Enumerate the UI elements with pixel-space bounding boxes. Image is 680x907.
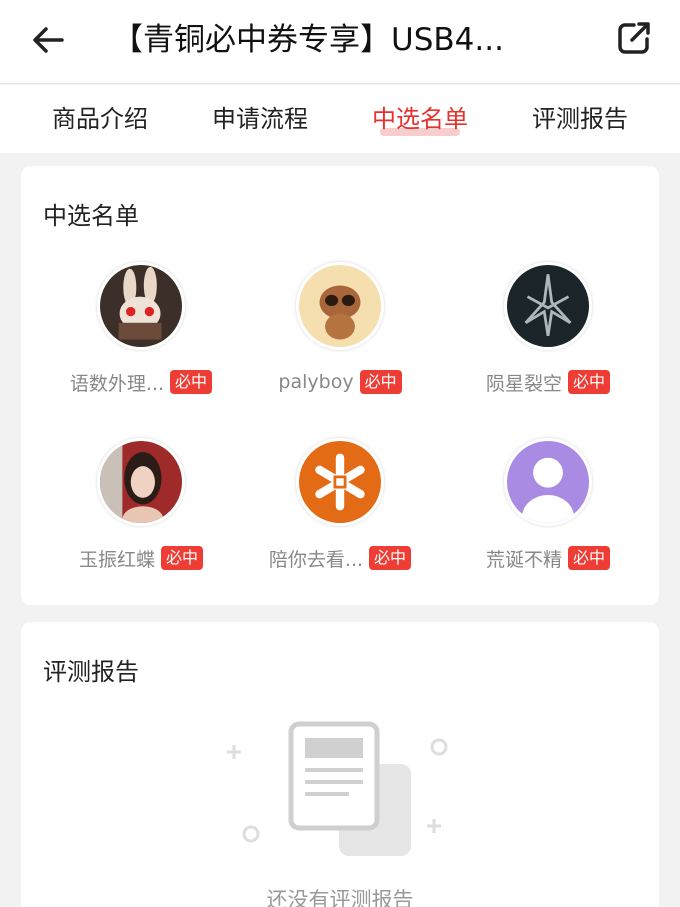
winner-item[interactable]: 陪你去看... 必中 bbox=[240, 438, 440, 578]
page-title: 【青铜必中券专享】USB4... bbox=[112, 22, 504, 58]
portrait-avatar bbox=[97, 438, 185, 526]
must-win-badge: 必中 bbox=[359, 370, 402, 394]
winner-item[interactable]: palyboy 必中 bbox=[240, 262, 440, 402]
share-icon bbox=[618, 22, 650, 54]
emblem-avatar bbox=[504, 262, 592, 350]
back-button[interactable] bbox=[26, 18, 70, 62]
winner-item[interactable]: 玉振红蝶 必中 bbox=[41, 438, 241, 578]
arrow-left-icon bbox=[33, 27, 64, 53]
winner-list-card: 中选名单 语数外理... 必中 palyboy 必中 陨星裂空 必中 玉振红蝶 … bbox=[21, 166, 659, 605]
top-bar: 【青铜必中券专享】USB4... bbox=[0, 0, 680, 84]
creature-avatar bbox=[296, 262, 384, 350]
winner-item[interactable]: 荒诞不精 必中 bbox=[448, 438, 648, 578]
winner-name: 陨星裂空 bbox=[485, 372, 562, 395]
must-win-badge: 必中 bbox=[170, 370, 213, 394]
winner-list-title: 中选名单 bbox=[43, 202, 139, 230]
document-icon bbox=[227, 721, 448, 856]
winner-item[interactable]: 陨星裂空 必中 bbox=[448, 262, 648, 402]
tab-winner-list[interactable]: 中选名单 bbox=[340, 85, 500, 153]
tab-product-intro[interactable]: 商品介绍 bbox=[20, 85, 180, 153]
winner-name: 荒诞不精 bbox=[485, 548, 562, 571]
tab-review-report[interactable]: 评测报告 bbox=[500, 85, 660, 153]
tab-bar: 商品介绍 申请流程 中选名单 评测报告 bbox=[0, 85, 680, 153]
winner-name: 陪你去看... bbox=[268, 548, 364, 571]
must-win-badge: 必中 bbox=[369, 546, 412, 570]
rabbit-avatar bbox=[97, 262, 185, 350]
tab-apply-process[interactable]: 申请流程 bbox=[180, 85, 340, 153]
review-report-card: 评测报告 还没有评测报告 bbox=[21, 622, 659, 907]
must-win-badge: 必中 bbox=[568, 370, 611, 394]
winner-name: 语数外理... bbox=[69, 372, 165, 395]
must-win-badge: 必中 bbox=[161, 546, 204, 570]
flower-logo-avatar bbox=[296, 438, 384, 526]
default-user-avatar bbox=[504, 438, 592, 526]
share-button[interactable] bbox=[612, 16, 656, 60]
winner-name: palyboy bbox=[278, 371, 354, 393]
winner-item[interactable]: 语数外理... 必中 bbox=[41, 262, 241, 402]
empty-review-text: 还没有评测报告 bbox=[266, 888, 414, 907]
winner-name: 玉振红蝶 bbox=[78, 548, 155, 571]
must-win-badge: 必中 bbox=[568, 546, 611, 570]
review-report-title: 评测报告 bbox=[43, 658, 139, 686]
